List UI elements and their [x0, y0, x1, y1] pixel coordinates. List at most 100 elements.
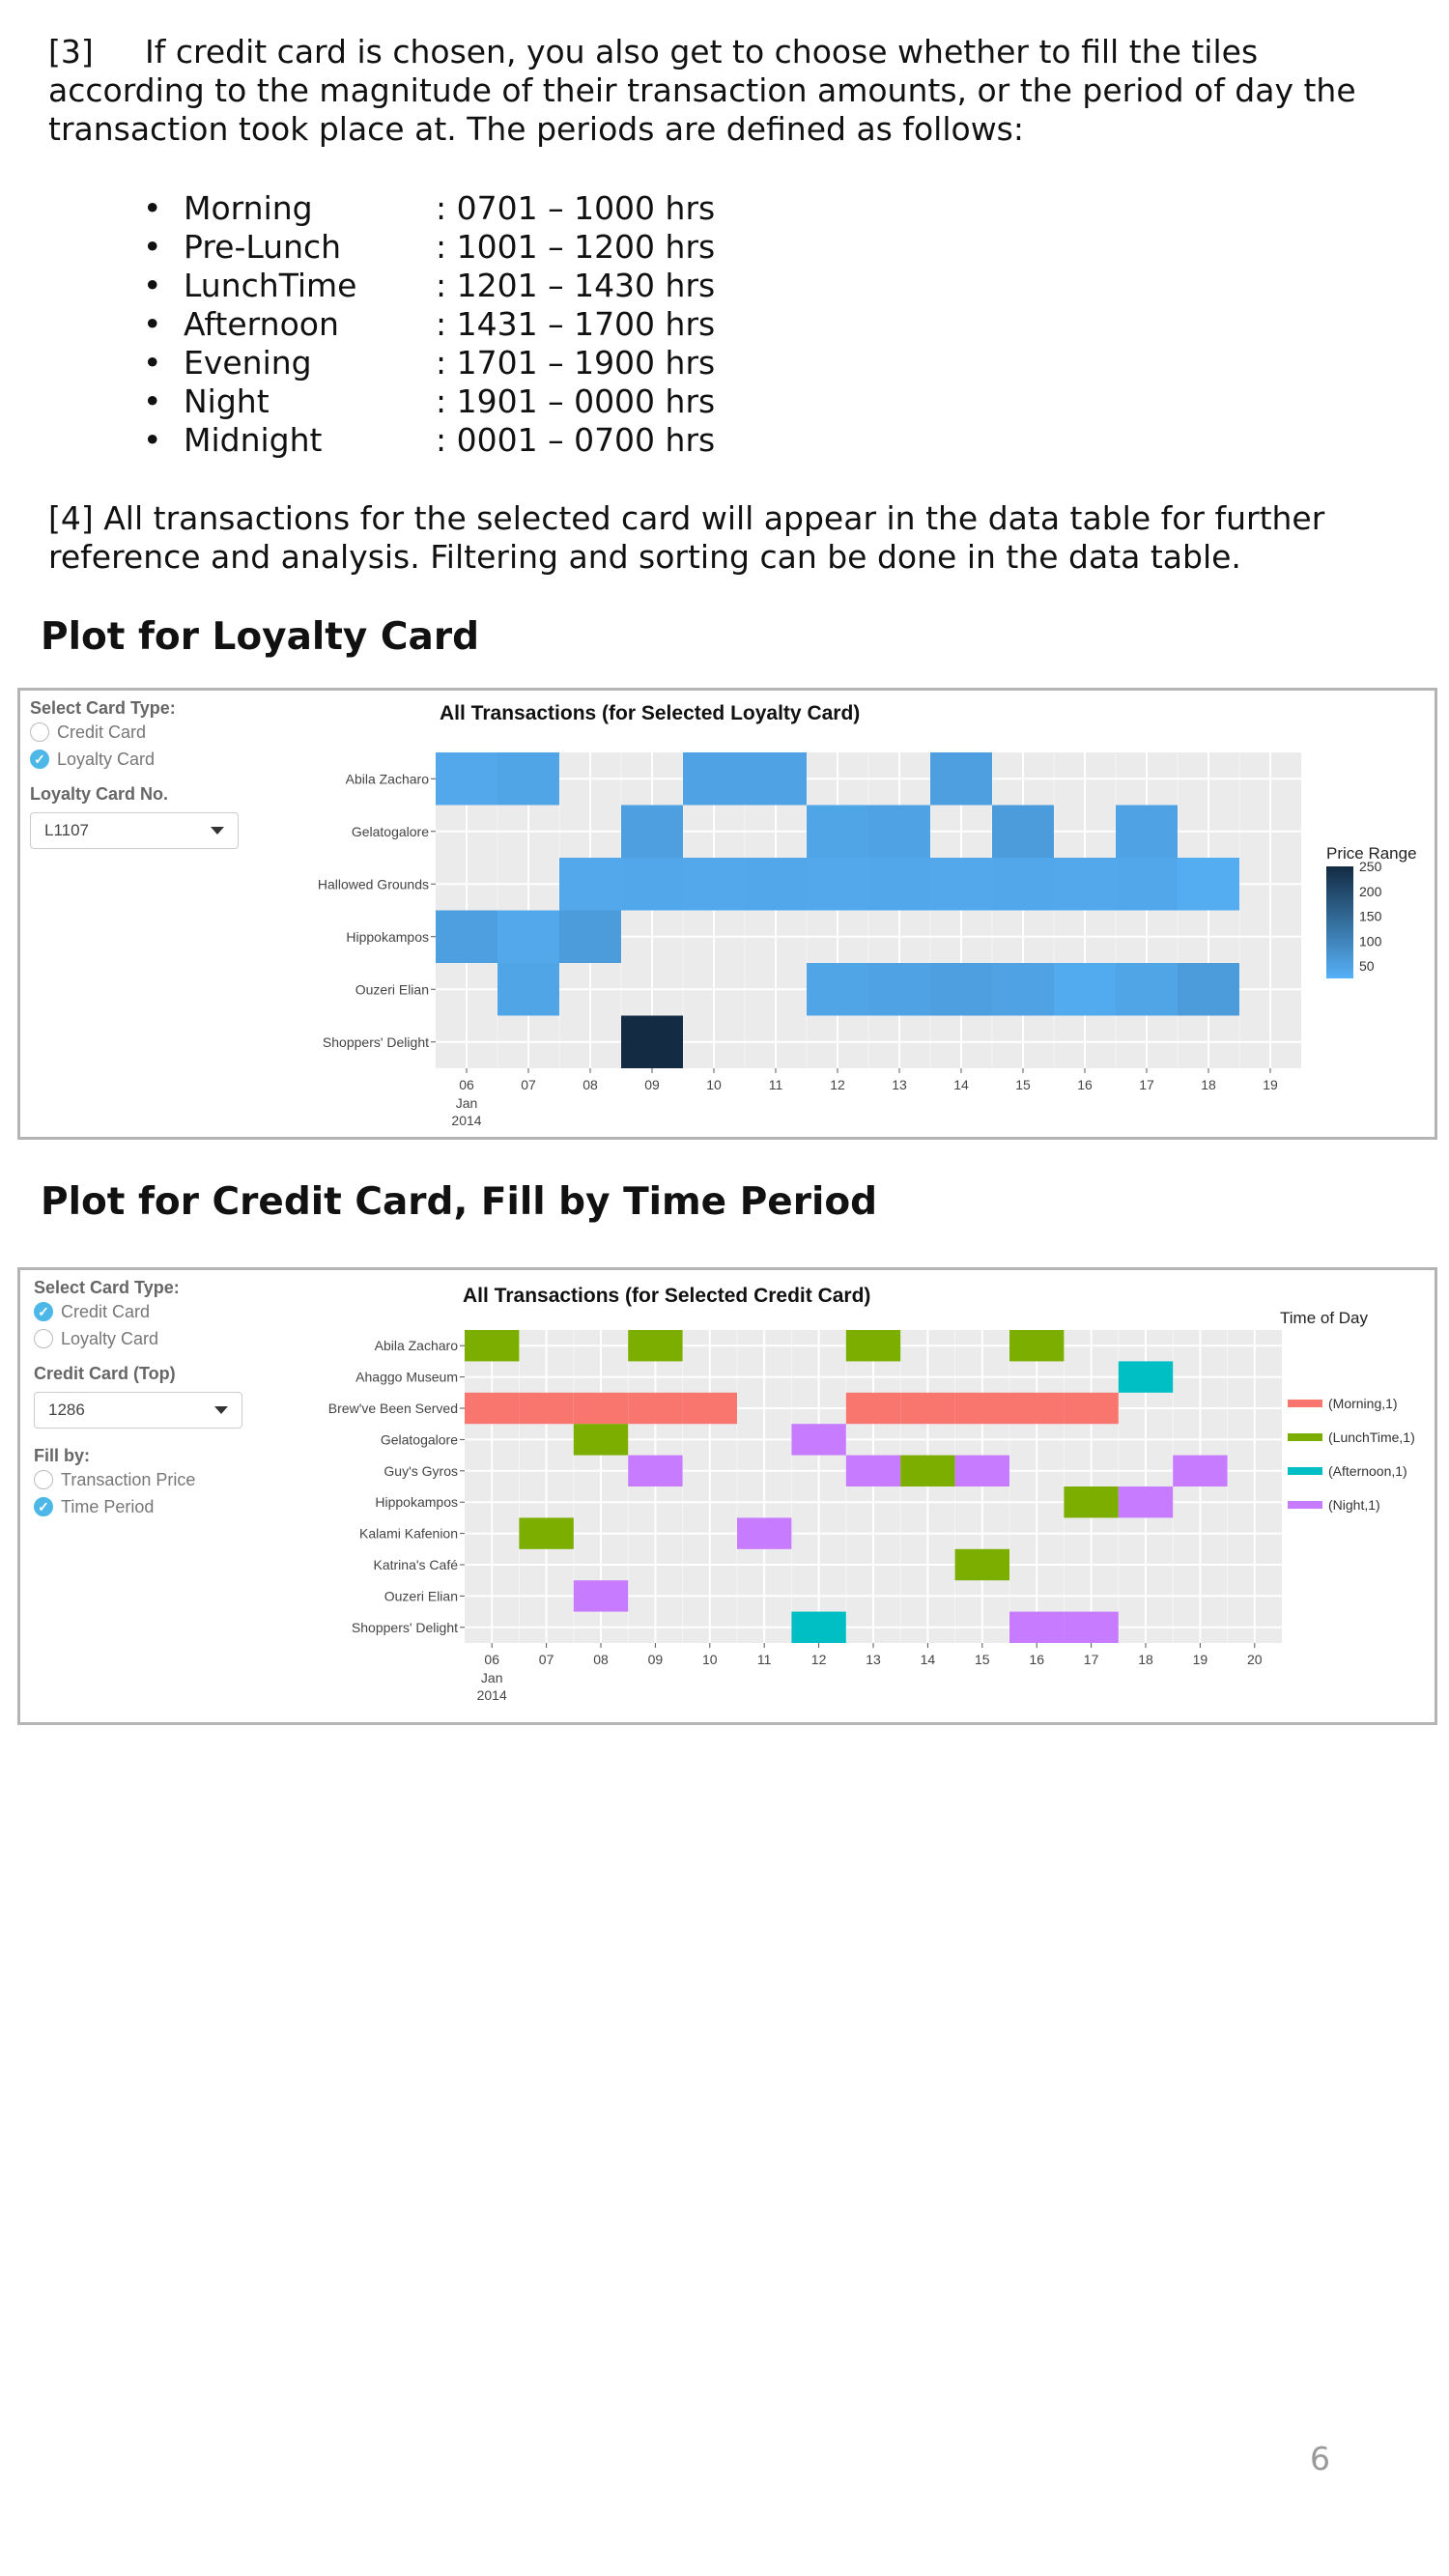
x-tick-label: 19 [1263, 1077, 1278, 1092]
period-range: : 1201 – 1430 hrs [436, 267, 716, 304]
y-tick-label: Hippokampos [375, 1494, 458, 1510]
heat-tile [683, 858, 745, 911]
y-tick-label: Guy's Gyros [384, 1463, 458, 1479]
heat-tile [845, 1455, 901, 1486]
y-tick-label: Abila Zacharo [346, 771, 430, 786]
heat-tile [737, 1517, 792, 1549]
heat-tile [1054, 858, 1116, 911]
x-tick-label: 12 [811, 1652, 827, 1667]
heat-tile [954, 1455, 1009, 1486]
heat-tile [868, 858, 930, 911]
heat-tile [497, 910, 559, 963]
x-tick-label: 15 [1015, 1077, 1031, 1092]
y-tick-label: Shoppers' Delight [323, 1034, 429, 1050]
heat-tile [791, 1424, 846, 1456]
heat-tile [900, 1392, 955, 1425]
heat-tile [573, 1580, 629, 1612]
bullet-icon: • [143, 189, 162, 227]
heat-tile [791, 1611, 846, 1643]
legend-swatch [1288, 1400, 1322, 1407]
heat-tile [1178, 858, 1239, 911]
heat-tile [992, 963, 1054, 1016]
heat-tile [1064, 1611, 1119, 1643]
x-tick-label: 14 [953, 1077, 969, 1092]
period-range: : 0701 – 1000 hrs [436, 189, 716, 227]
page-number: 6 [1310, 2440, 1330, 2477]
x-tick-label: 08 [582, 1077, 598, 1092]
x-tick-label: 06 [459, 1077, 474, 1092]
heat-tile [954, 1392, 1009, 1425]
period-name: Morning [184, 189, 313, 227]
credit-panel: Select Card Type: ✓ Credit Card Loyalty C… [17, 1267, 1437, 1725]
heat-tile [621, 1015, 683, 1068]
y-tick-label: Ouzeri Elian [355, 981, 429, 997]
heat-tile [930, 752, 992, 806]
heat-tile [807, 963, 868, 1016]
period-name: Night [184, 382, 270, 420]
x-tick-sublabel: 2014 [477, 1687, 507, 1703]
heat-tile [1116, 963, 1178, 1016]
heat-tile [1009, 1392, 1065, 1425]
x-tick-label: 07 [539, 1652, 554, 1667]
heat-tile [954, 1548, 1009, 1581]
heat-tile [628, 1455, 683, 1486]
heat-tile [559, 858, 621, 911]
heat-tile [1009, 1611, 1065, 1643]
heat-tile [1116, 858, 1178, 911]
x-tick-sublabel: Jan [456, 1095, 478, 1111]
x-tick-label: 09 [648, 1652, 664, 1667]
paragraph-4: [4] All transactions for the selected ca… [48, 499, 1325, 576]
heat-tile [930, 963, 992, 1016]
x-tick-sublabel: Jan [481, 1670, 503, 1685]
heat-tile [436, 752, 497, 806]
heat-tile [519, 1392, 574, 1425]
bullet-icon: • [143, 267, 162, 304]
y-tick-label: Gelatogalore [352, 824, 429, 839]
x-tick-label: 11 [769, 1077, 783, 1092]
loyalty-heading: Plot for Loyalty Card [41, 615, 480, 659]
legend-label: (Morning,1) [1328, 1396, 1398, 1411]
heat-tile [868, 963, 930, 1016]
y-tick-label: Ahaggo Museum [355, 1370, 458, 1385]
heat-tile [1118, 1486, 1174, 1518]
heat-tile [845, 1330, 901, 1362]
heat-tile [497, 963, 559, 1016]
y-tick-label: Kalami Kafenion [359, 1526, 458, 1542]
period-name: LunchTime [184, 267, 357, 304]
heat-tile [807, 858, 868, 911]
heat-tile [900, 1455, 955, 1486]
bullet-icon: • [143, 421, 162, 459]
heat-tile [845, 1392, 901, 1425]
period-range: : 1901 – 0000 hrs [436, 382, 716, 420]
heat-tile [683, 752, 745, 806]
heat-tile [868, 805, 930, 858]
x-tick-label: 08 [593, 1652, 609, 1667]
period-name: Pre-Lunch [184, 228, 342, 266]
bullet-icon: • [143, 305, 162, 343]
loyalty-chart: All Transactions (for Selected Loyalty C… [318, 702, 1417, 1128]
y-tick-label: Katrina's Café [374, 1557, 459, 1572]
heat-tile [1178, 963, 1239, 1016]
heat-tile [930, 858, 992, 911]
x-tick-label: 18 [1201, 1077, 1216, 1092]
heat-tile [807, 805, 868, 858]
heat-tile [1116, 805, 1178, 858]
heat-tile [573, 1392, 629, 1425]
y-tick-label: Brew've Been Served [328, 1401, 458, 1416]
x-tick-label: 14 [921, 1652, 936, 1667]
legend-label: (Night,1) [1328, 1497, 1380, 1513]
y-tick-label: Gelatogalore [381, 1431, 458, 1447]
heat-tile [992, 858, 1054, 911]
x-tick-label: 20 [1247, 1652, 1263, 1667]
heat-tile [682, 1392, 737, 1425]
heat-tile [1064, 1392, 1119, 1425]
heat-tile [465, 1330, 520, 1362]
y-tick-label: Shoppers' Delight [352, 1620, 458, 1635]
heat-tile [497, 752, 559, 806]
paragraph-3-number: [3] [48, 33, 94, 71]
x-tick-label: 17 [1139, 1077, 1154, 1092]
x-tick-label: 16 [1077, 1077, 1093, 1092]
x-tick-label: 07 [521, 1077, 536, 1092]
x-tick-label: 12 [830, 1077, 845, 1092]
x-tick-sublabel: 2014 [451, 1113, 481, 1128]
